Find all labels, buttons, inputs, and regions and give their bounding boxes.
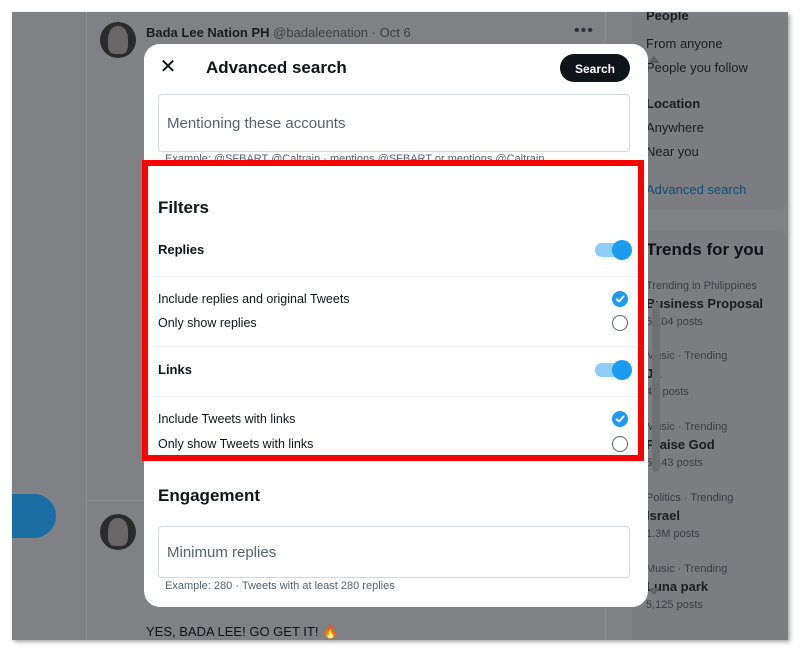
compose-button[interactable] [12,494,56,538]
toggle-knob [612,360,632,380]
mentions-field-box [158,94,630,152]
min-replies-field-box [158,526,630,578]
divider [144,276,648,277]
close-icon[interactable]: ✕ [156,56,180,80]
modal-header: ✕ Advanced search Search [144,44,648,92]
include-replies-radio[interactable] [612,291,628,307]
checkmark-icon [615,415,625,423]
people-you-follow-option[interactable]: People you follow [646,60,748,75]
include-links-label[interactable]: Include Tweets with links [158,412,295,426]
scroll-up-icon[interactable] [648,56,660,63]
people-heading: People [646,12,689,23]
from-anyone-option[interactable]: From anyone [646,36,723,51]
trend-context: Music · Trending [646,563,728,575]
screenshot-frame: Bada Lee Nation PH @badaleenation · Oct … [12,12,788,640]
links-label: Links [158,362,192,377]
replies-label: Replies [158,242,205,257]
include-replies-label[interactable]: Include replies and original Tweets [158,292,350,306]
filters-title: Filters [158,198,210,217]
mentions-hint: Example: @SFBART @Caltrain · mentions @S… [165,153,545,165]
trend-context: Politics · Trending [646,492,734,504]
search-button[interactable]: Search [560,54,630,82]
near-you-option[interactable]: Near you [646,144,699,159]
page-scrollbar[interactable] [652,302,660,472]
include-links-radio[interactable] [612,411,628,427]
more-icon[interactable]: ••• [574,22,594,40]
toggle-knob [612,240,632,260]
avatar[interactable] [100,22,136,58]
trend-name[interactable]: Business Proposal [646,296,763,311]
tweet-author[interactable]: Bada Lee Nation PH @badaleenation · Oct … [146,25,411,40]
only-links-label[interactable]: Only show Tweets with links [158,437,313,451]
only-links-radio[interactable] [612,436,628,452]
only-replies-label[interactable]: Only show replies [158,316,257,330]
checkmark-icon [615,295,625,303]
modal-title: Advanced search [206,58,347,77]
tweet-author-name: Bada Lee Nation PH [146,25,270,40]
anywhere-option[interactable]: Anywhere [646,120,704,135]
links-toggle[interactable] [595,360,632,380]
engagement-title: Engagement [158,486,261,505]
search-filters-panel: People From anyone People you follow Loc… [632,12,788,210]
advanced-search-modal: ✕ Advanced search Search Example: @SFBAR… [144,44,648,607]
min-replies-hint: Example: 280 · Tweets with at least 280 … [165,580,395,592]
scroll-down-icon[interactable] [648,588,660,595]
location-heading: Location [646,96,701,111]
only-replies-radio[interactable] [612,315,628,331]
trend-count: 5,125 posts [646,599,703,611]
trend-context: Trending in Philippines [646,280,757,292]
divider [144,346,648,347]
divider [144,396,648,397]
trends-heading: Trends for you [646,240,765,259]
tweet-text: YES, BADA LEE! GO GET IT! 🔥 [146,624,339,639]
min-replies-input[interactable] [159,527,625,577]
replies-toggle[interactable] [595,240,632,260]
avatar[interactable] [100,514,136,550]
trend-name[interactable]: Israel [646,508,680,523]
trend-count: 1.3M posts [646,528,700,540]
tweet-author-handle: @badaleenation · Oct 6 [273,25,411,40]
advanced-search-link[interactable]: Advanced search [646,182,746,197]
mentions-input[interactable] [159,95,625,151]
